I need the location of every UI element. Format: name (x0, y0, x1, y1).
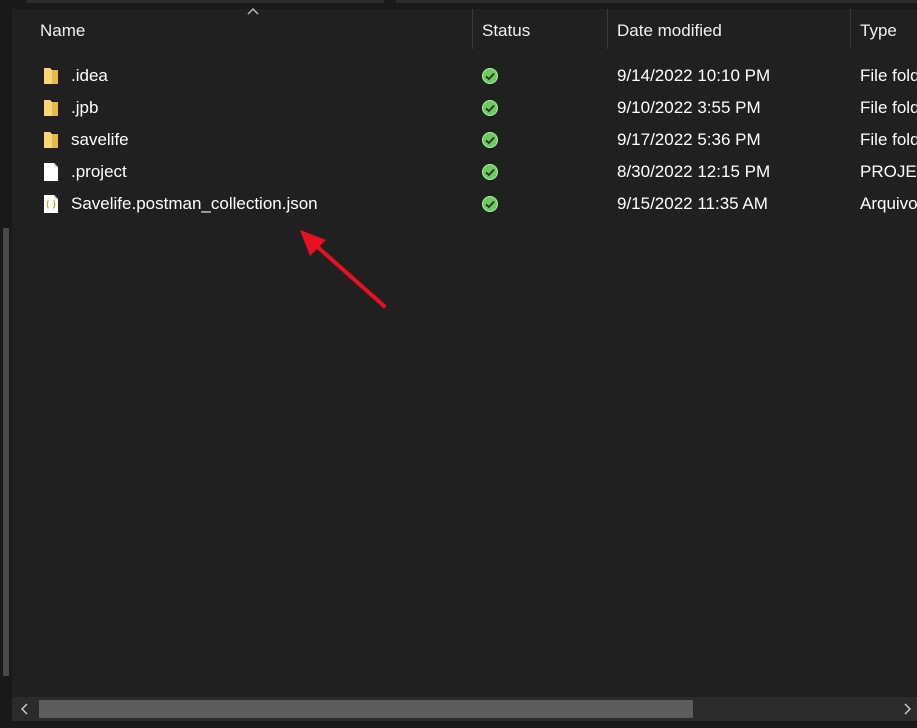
file-row[interactable]: .project 8/30/2022 12:15 PM PROJECT File (12, 156, 917, 188)
column-header-date-modified[interactable]: Date modified (607, 9, 850, 53)
folder-icon (44, 100, 58, 116)
column-header-type[interactable]: Type (850, 9, 917, 53)
json-file-icon (44, 195, 58, 213)
file-type: File folder (860, 66, 917, 85)
file-type: Arquivo JSON (860, 194, 917, 213)
file-date-modified: 8/30/2022 12:15 PM (617, 162, 771, 181)
file-type: File folder (860, 98, 917, 117)
column-header-status[interactable]: Status (472, 9, 607, 53)
scroll-right-icon[interactable] (900, 701, 914, 717)
horizontal-scrollbar[interactable] (12, 697, 917, 728)
annotation-arrow-icon (300, 230, 386, 308)
file-name: .idea (71, 66, 108, 85)
file-name: Savelife.postman_collection.json (71, 194, 318, 213)
address-bar-strip (0, 0, 917, 9)
file-row[interactable]: Savelife.postman_collection.json 9/15/20… (12, 188, 917, 220)
navigation-pane-scroll-thumb[interactable] (3, 228, 9, 676)
file-date-modified: 9/15/2022 11:35 AM (617, 194, 768, 213)
folder-icon (44, 68, 58, 84)
file-date-modified: 9/14/2022 10:10 PM (617, 66, 771, 85)
column-header-bar: Name Status Date modified Type (12, 8, 917, 53)
file-name: .jpb (71, 98, 99, 117)
synced-icon (482, 164, 498, 180)
file-row[interactable]: .jpb 9/10/2022 3:55 PM File folder (12, 92, 917, 124)
folder-icon (44, 132, 58, 148)
file-date-modified: 9/17/2022 5:36 PM (617, 130, 761, 149)
synced-icon (482, 100, 498, 116)
synced-icon (482, 68, 498, 84)
file-name: .project (71, 162, 127, 181)
navigation-pane-scrollbar[interactable] (0, 0, 12, 728)
search-box[interactable] (396, 0, 917, 3)
file-type: File folder (860, 130, 917, 149)
file-date-modified: 9/10/2022 3:55 PM (617, 98, 761, 117)
file-type: PROJECT File (860, 162, 917, 181)
file-icon (44, 163, 58, 181)
scroll-left-icon[interactable] (18, 701, 32, 717)
column-header-name[interactable]: Name (30, 9, 472, 53)
file-row[interactable]: savelife 9/17/2022 5:36 PM File folder (12, 124, 917, 156)
file-name: savelife (71, 130, 129, 149)
file-row[interactable]: .idea 9/14/2022 10:10 PM File folder (12, 60, 917, 92)
synced-icon (482, 132, 498, 148)
scrollbar-thumb[interactable] (39, 700, 693, 718)
synced-icon (482, 196, 498, 212)
address-bar[interactable] (26, 0, 384, 3)
